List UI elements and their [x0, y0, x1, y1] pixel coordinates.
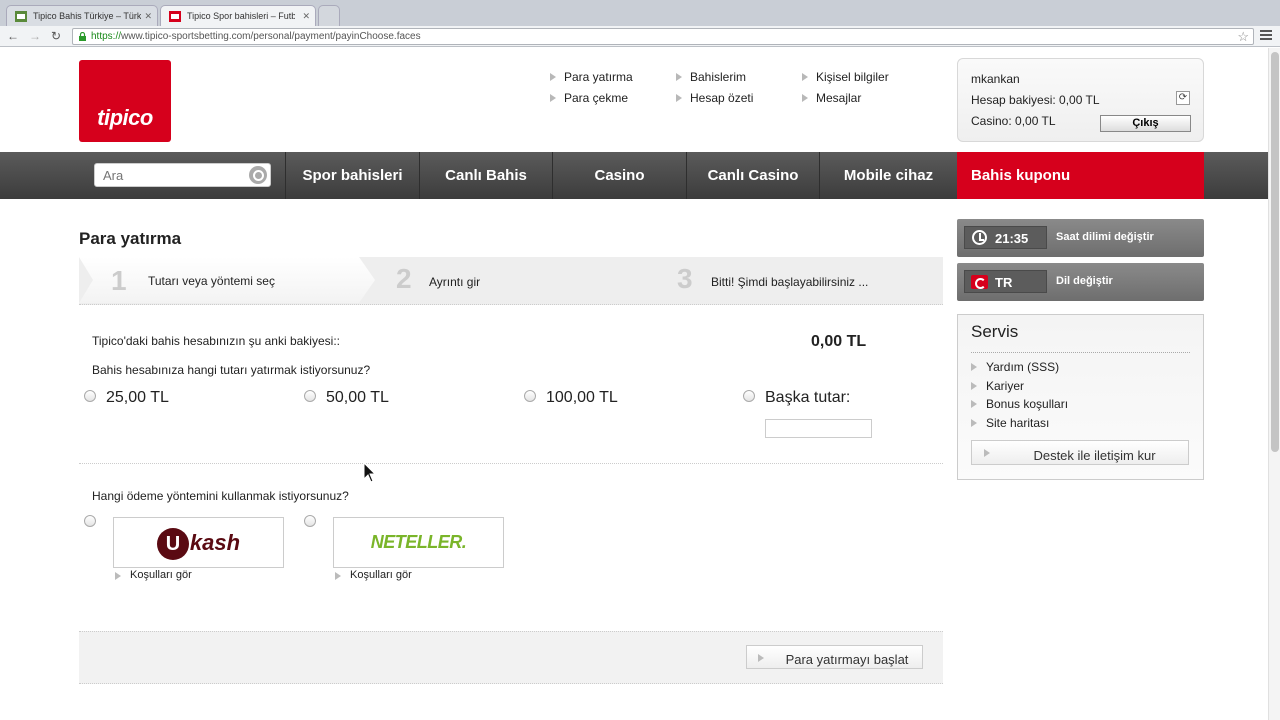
nav-mobile[interactable]: Mobile cihaz [819, 152, 957, 199]
amount-radio-100[interactable] [524, 390, 536, 402]
nav-live-casino[interactable]: Canlı Casino [686, 152, 819, 199]
ukash-conditions-link[interactable]: Koşulları gör [115, 569, 192, 581]
nav-casino[interactable]: Casino [552, 152, 686, 199]
service-link-careers[interactable]: Kariyer [971, 379, 1024, 393]
contact-support-button[interactable]: Destek ile iletişim kur [971, 440, 1189, 465]
divider [971, 352, 1190, 353]
amount-question: Bahis hesabınıza hangi tutarı yatırmak i… [92, 363, 371, 377]
step-number: 1 [111, 265, 127, 296]
back-icon[interactable]: ← [6, 29, 20, 43]
page-title: Para yatırma [79, 229, 182, 248]
nav-bet-slip[interactable]: Bahis kuponu [957, 152, 1204, 199]
step-number: 2 [396, 263, 412, 294]
browser-menu-icon[interactable] [1260, 29, 1272, 41]
neteller-logo[interactable]: NETELLER. [333, 517, 504, 568]
close-tab-icon[interactable]: ✕ [144, 11, 152, 22]
page-scrollbar[interactable] [1268, 48, 1280, 720]
casino-balance: Casino: 0,00 TL [971, 114, 1056, 128]
tipico-favicon-icon [169, 11, 181, 22]
service-link-bonus-terms[interactable]: Bonus koşulları [971, 397, 1068, 411]
main-nav: Spor bahisleri Canlı Bahis Casino Canlı … [0, 152, 1280, 199]
service-box: Servis Yardım (SSS) Kariyer Bonus koşull… [957, 314, 1204, 480]
divider [79, 463, 943, 464]
service-link-sitemap[interactable]: Site haritası [971, 416, 1049, 430]
other-amount-label: Başka tutar: [765, 389, 851, 406]
step-label: Ayrıntı gir [429, 275, 481, 289]
amount-radio-50[interactable] [304, 390, 316, 402]
bookmark-star-icon[interactable]: ☆ [1237, 29, 1249, 45]
service-link-help[interactable]: Yardım (SSS) [971, 360, 1059, 374]
timezone-label: Saat dilimi değiştir [1056, 231, 1154, 243]
username: mkankan [971, 72, 1020, 86]
ukash-u-icon: U [156, 528, 189, 561]
search-icon[interactable] [249, 166, 267, 184]
user-box: mkankan Hesap bakiyesi: 0,00 TL ⟳ Casino… [957, 58, 1204, 142]
step-label: Bitti! Şimdi başlayabilirsiniz ... [711, 275, 869, 289]
browser-toolbar: ← → ↻ https://www.tipico-sportsbetting.c… [0, 26, 1280, 47]
amount-label: 50,00 TL [326, 389, 389, 406]
address-bar[interactable]: https://www.tipico-sportsbetting.com/per… [72, 28, 1254, 45]
neteller-conditions-link[interactable]: Koşulları gör [335, 569, 412, 581]
browser-tab-bar: Tipico Bahis Türkiye – Türkçe ✕ Tipico S… [0, 0, 1280, 26]
reload-icon[interactable]: ↻ [49, 29, 63, 43]
amount-radio-25[interactable] [84, 390, 96, 402]
tipico-logo[interactable]: tipico [79, 60, 171, 142]
ukash-logo[interactable]: Ukash [113, 517, 284, 568]
close-tab-icon[interactable]: ✕ [302, 11, 310, 22]
tab-title: Tipico Spor bahisleri – Futbol [187, 11, 295, 21]
link-withdraw[interactable]: Para çekme [550, 91, 628, 105]
balance-label: Tipico'daki bahis hesabınızın şu anki ba… [92, 334, 340, 348]
logo-text: tipico [97, 105, 153, 130]
language-chip: TR [964, 270, 1047, 293]
url-text: www.tipico-sportsbetting.com/personal/pa… [121, 31, 421, 42]
time-chip: 21:35 [964, 226, 1047, 249]
refresh-icon[interactable]: ⟳ [1176, 91, 1190, 105]
link-account-summary[interactable]: Hesap özeti [676, 91, 753, 105]
amount-label: 25,00 TL [106, 389, 169, 406]
link-messages[interactable]: Mesajlar [802, 91, 861, 105]
url-scheme: https:// [91, 31, 122, 42]
language-label: Dil değiştir [1056, 275, 1113, 287]
timezone-button[interactable]: 21:35 Saat dilimi değiştir [957, 219, 1204, 257]
service-title: Servis [971, 322, 1019, 341]
new-tab-button[interactable] [318, 5, 340, 26]
link-deposit[interactable]: Para yatırma [550, 70, 633, 84]
method-radio-ukash[interactable] [84, 515, 96, 527]
lock-icon [79, 32, 86, 41]
balance-value: 0,00 TL [811, 333, 867, 350]
step-progress: 1 Tutarı veya yöntemi seç 2 Ayrıntı gir … [79, 257, 943, 305]
amount-radio-other[interactable] [743, 390, 755, 402]
search-input[interactable] [103, 165, 243, 185]
clock-icon [972, 230, 987, 245]
language-button[interactable]: TR Dil değiştir [957, 263, 1204, 301]
link-personal-info[interactable]: Kişisel bilgiler [802, 70, 889, 84]
step-number: 3 [677, 263, 693, 294]
method-question: Hangi ödeme yöntemini kullanmak istiyors… [92, 489, 349, 503]
browser-tab[interactable]: Tipico Bahis Türkiye – Türkçe ✕ [6, 5, 158, 26]
logout-button[interactable]: Çıkış [1100, 115, 1191, 132]
nav-live-betting[interactable]: Canlı Bahis [419, 152, 552, 199]
nav-sports-betting[interactable]: Spor bahisleri [285, 152, 419, 199]
turkey-flag-icon [971, 275, 988, 289]
amount-label: 100,00 TL [546, 389, 618, 406]
scrollbar-thumb[interactable] [1271, 52, 1279, 452]
forward-icon[interactable]: → [28, 29, 42, 43]
search-box [94, 163, 271, 187]
current-time: 21:35 [995, 231, 1029, 246]
tipico-favicon-icon [15, 11, 27, 22]
method-radio-neteller[interactable] [304, 515, 316, 527]
link-my-bets[interactable]: Bahislerim [676, 70, 746, 84]
account-balance: Hesap bakiyesi: 0,00 TL [971, 93, 1100, 107]
browser-tab-active[interactable]: Tipico Spor bahisleri – Futbol ✕ [160, 5, 316, 26]
other-amount-input[interactable] [765, 419, 872, 438]
start-deposit-button[interactable]: Para yatırmayı başlat [746, 645, 923, 669]
tab-title: Tipico Bahis Türkiye – Türkçe [33, 11, 141, 21]
step-label: Tutarı veya yöntemi seç [148, 274, 275, 288]
current-language: TR [995, 275, 1013, 290]
